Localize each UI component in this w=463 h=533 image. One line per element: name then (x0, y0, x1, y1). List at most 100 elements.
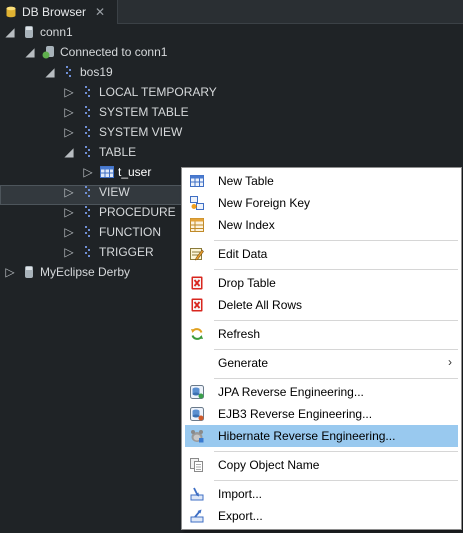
collapsed-triangle-icon[interactable]: ▷ (63, 85, 75, 99)
menu-item-edit-data[interactable]: Edit Data (185, 243, 458, 265)
menu-separator (214, 269, 458, 270)
menu-item-generate[interactable]: Generate › (185, 352, 458, 374)
folder-icon (81, 205, 95, 219)
expanded-triangle-icon[interactable]: ◢ (4, 25, 16, 39)
menu-item-label: Drop Table (218, 276, 276, 290)
menu-item-copy-object-name[interactable]: Copy Object Name (185, 454, 458, 476)
tab-label: DB Browser (22, 5, 87, 19)
folder-icon (81, 105, 95, 119)
menu-separator (214, 240, 458, 241)
database-icon (5, 6, 17, 18)
chevron-right-icon: › (448, 355, 452, 369)
tree-node-label: PROCEDURE (99, 205, 176, 219)
copy-icon (190, 458, 204, 472)
expanded-triangle-icon[interactable]: ◢ (44, 65, 56, 79)
menu-item-label: Hibernate Reverse Engineering... (218, 429, 396, 443)
collapsed-triangle-icon[interactable]: ▷ (63, 225, 75, 239)
expanded-triangle-icon[interactable]: ◢ (24, 45, 36, 59)
close-icon[interactable]: ✕ (95, 6, 105, 18)
menu-item-export[interactable]: Export... (185, 505, 458, 527)
menu-item-label: Export... (218, 509, 263, 523)
tree-node-label: conn1 (40, 25, 73, 39)
folder-icon (81, 125, 95, 139)
collapsed-triangle-icon[interactable]: ▷ (63, 245, 75, 259)
tree-node-connected[interactable]: ◢ Connected to conn1 (24, 42, 167, 62)
tree-node-function[interactable]: ▷ FUNCTION (63, 222, 161, 242)
tree-node-label: VIEW (99, 185, 130, 199)
menu-item-label: New Foreign Key (218, 196, 311, 210)
delete-rows-icon (190, 298, 204, 312)
menu-separator (214, 320, 458, 321)
menu-item-new-foreign-key[interactable]: New Foreign Key (185, 192, 458, 214)
refresh-icon (190, 327, 204, 341)
connection-icon (22, 25, 36, 39)
tree-node-label: SYSTEM TABLE (99, 105, 189, 119)
export-icon (190, 509, 204, 523)
menu-item-jpa-reverse-engineering[interactable]: JPA Reverse Engineering... (185, 381, 458, 403)
foreign-key-icon (190, 196, 204, 210)
menu-separator (214, 451, 458, 452)
tree-node-system-view[interactable]: ▷ SYSTEM VIEW (63, 122, 182, 142)
collapsed-triangle-icon[interactable]: ▷ (82, 165, 94, 179)
folder-icon (81, 245, 95, 259)
tree-node-label: Connected to conn1 (60, 45, 168, 59)
collapsed-triangle-icon[interactable]: ▷ (63, 105, 75, 119)
view-tab-bar: DB Browser ✕ (0, 0, 463, 24)
menu-item-label: New Index (218, 218, 275, 232)
menu-item-label: Refresh (218, 327, 261, 341)
menu-item-delete-all-rows[interactable]: Delete All Rows (185, 294, 458, 316)
menu-item-import[interactable]: Import... (185, 483, 458, 505)
menu-item-label: Import... (218, 487, 263, 501)
tree-node-label: t_user (118, 165, 152, 179)
hibernate-icon (190, 429, 204, 443)
folder-icon (81, 85, 95, 99)
schema-icon (62, 65, 76, 79)
menu-item-label: New Table (218, 174, 274, 188)
menu-item-label: EJB3 Reverse Engineering... (218, 407, 373, 421)
menu-item-drop-table[interactable]: Drop Table (185, 272, 458, 294)
menu-item-label: Delete All Rows (218, 298, 303, 312)
tree-node-system-table[interactable]: ▷ SYSTEM TABLE (63, 102, 189, 122)
table-icon (100, 165, 114, 179)
tree-node-table[interactable]: ◢ TABLE (63, 142, 136, 162)
tree-node-schema[interactable]: ◢ bos19 (44, 62, 113, 82)
ejb3-icon (190, 407, 204, 421)
drop-table-icon (190, 276, 204, 290)
expanded-triangle-icon[interactable]: ◢ (63, 145, 75, 159)
collapsed-triangle-icon[interactable]: ▷ (4, 265, 16, 279)
db-browser-tab[interactable]: DB Browser ✕ (0, 0, 118, 24)
tree-node-local-temporary[interactable]: ▷ LOCAL TEMPORARY (63, 82, 216, 102)
tree-node-trigger[interactable]: ▷ TRIGGER (63, 242, 154, 262)
collapsed-triangle-icon[interactable]: ▷ (63, 125, 75, 139)
menu-item-label: JPA Reverse Engineering... (218, 385, 364, 399)
tree-node-procedure[interactable]: ▷ PROCEDURE (63, 202, 176, 222)
menu-separator (214, 349, 458, 350)
collapsed-triangle-icon[interactable]: ▷ (63, 205, 75, 219)
tree-node-label: TABLE (99, 145, 137, 159)
connection-icon (22, 265, 36, 279)
tree-node-label: TRIGGER (99, 245, 154, 259)
menu-item-ejb3-reverse-engineering[interactable]: EJB3 Reverse Engineering... (185, 403, 458, 425)
folder-icon (81, 145, 95, 159)
tree-node-label: bos19 (80, 65, 113, 79)
tree-node-label: FUNCTION (99, 225, 161, 239)
menu-item-refresh[interactable]: Refresh (185, 323, 458, 345)
tree-node-t-user[interactable]: ▷ t_user (82, 162, 151, 182)
menu-item-label: Edit Data (218, 247, 268, 261)
tree-node-label: MyEclipse Derby (40, 265, 131, 279)
tree-node-label: SYSTEM VIEW (99, 125, 183, 139)
tree-node-view[interactable]: ▷ VIEW (63, 182, 130, 202)
menu-item-hibernate-reverse-engineering[interactable]: Hibernate Reverse Engineering... (185, 425, 458, 447)
collapsed-triangle-icon[interactable]: ▷ (63, 185, 75, 199)
tree-node-myeclipse-derby[interactable]: ▷ MyEclipse Derby (4, 262, 130, 282)
new-table-icon (190, 174, 204, 188)
folder-icon (81, 185, 95, 199)
menu-separator (214, 480, 458, 481)
menu-item-label: Generate (218, 356, 269, 370)
tree-node-conn1[interactable]: ◢ conn1 (4, 22, 73, 42)
menu-item-new-index[interactable]: New Index (185, 214, 458, 236)
connected-icon (42, 45, 56, 59)
menu-item-new-table[interactable]: New Table (185, 170, 458, 192)
folder-icon (81, 225, 95, 239)
edit-data-icon (190, 247, 204, 261)
